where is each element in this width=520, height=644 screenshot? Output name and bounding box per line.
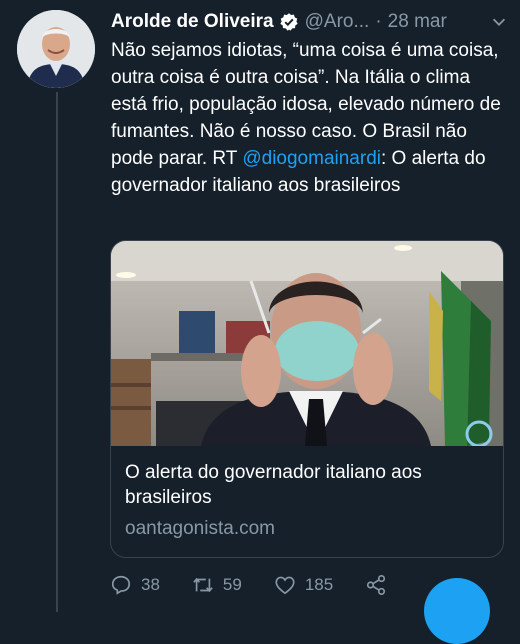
separator-dot: · xyxy=(375,11,382,32)
like-count: 185 xyxy=(304,575,334,594)
retweet-count: 59 xyxy=(222,575,242,594)
reply-count: 38 xyxy=(141,575,160,594)
card-domain: oantagonista.com xyxy=(125,518,275,539)
link-card[interactable]: O alerta do governador italiano aos bras… xyxy=(110,240,504,558)
mention-link[interactable]: @diogomainardi xyxy=(242,148,381,169)
thread-line xyxy=(56,92,58,612)
tweet-header: Arolde de Oliveira @Aro... · 28 mar xyxy=(111,8,508,36)
like-button[interactable]: 185 xyxy=(274,574,333,596)
action-bar: 38 59 185 xyxy=(110,570,428,600)
card-title: O alerta do governador italiano aos bras… xyxy=(125,462,422,508)
reply-icon xyxy=(111,575,131,595)
tweet-timestamp[interactable]: 28 mar xyxy=(388,11,447,33)
chevron-down-icon[interactable] xyxy=(490,13,508,31)
share-button[interactable] xyxy=(365,574,396,596)
compose-fab-button[interactable] xyxy=(424,578,490,644)
verified-badge-icon xyxy=(279,12,299,32)
retweet-button[interactable]: 59 xyxy=(192,574,242,596)
share-icon xyxy=(367,575,386,595)
card-text: O alerta do governador italiano aos bras… xyxy=(125,460,489,540)
reply-button[interactable]: 38 xyxy=(110,574,160,596)
avatar[interactable] xyxy=(17,10,95,88)
card-image xyxy=(111,241,503,448)
avatar-photo xyxy=(17,10,95,88)
tweet-text: Não sejamos idiotas, “uma coisa é uma co… xyxy=(111,37,506,199)
retweet-icon xyxy=(193,577,213,593)
author-handle[interactable]: @Aro... xyxy=(305,11,370,33)
author-name[interactable]: Arolde de Oliveira xyxy=(111,11,274,33)
heart-icon xyxy=(275,576,295,595)
